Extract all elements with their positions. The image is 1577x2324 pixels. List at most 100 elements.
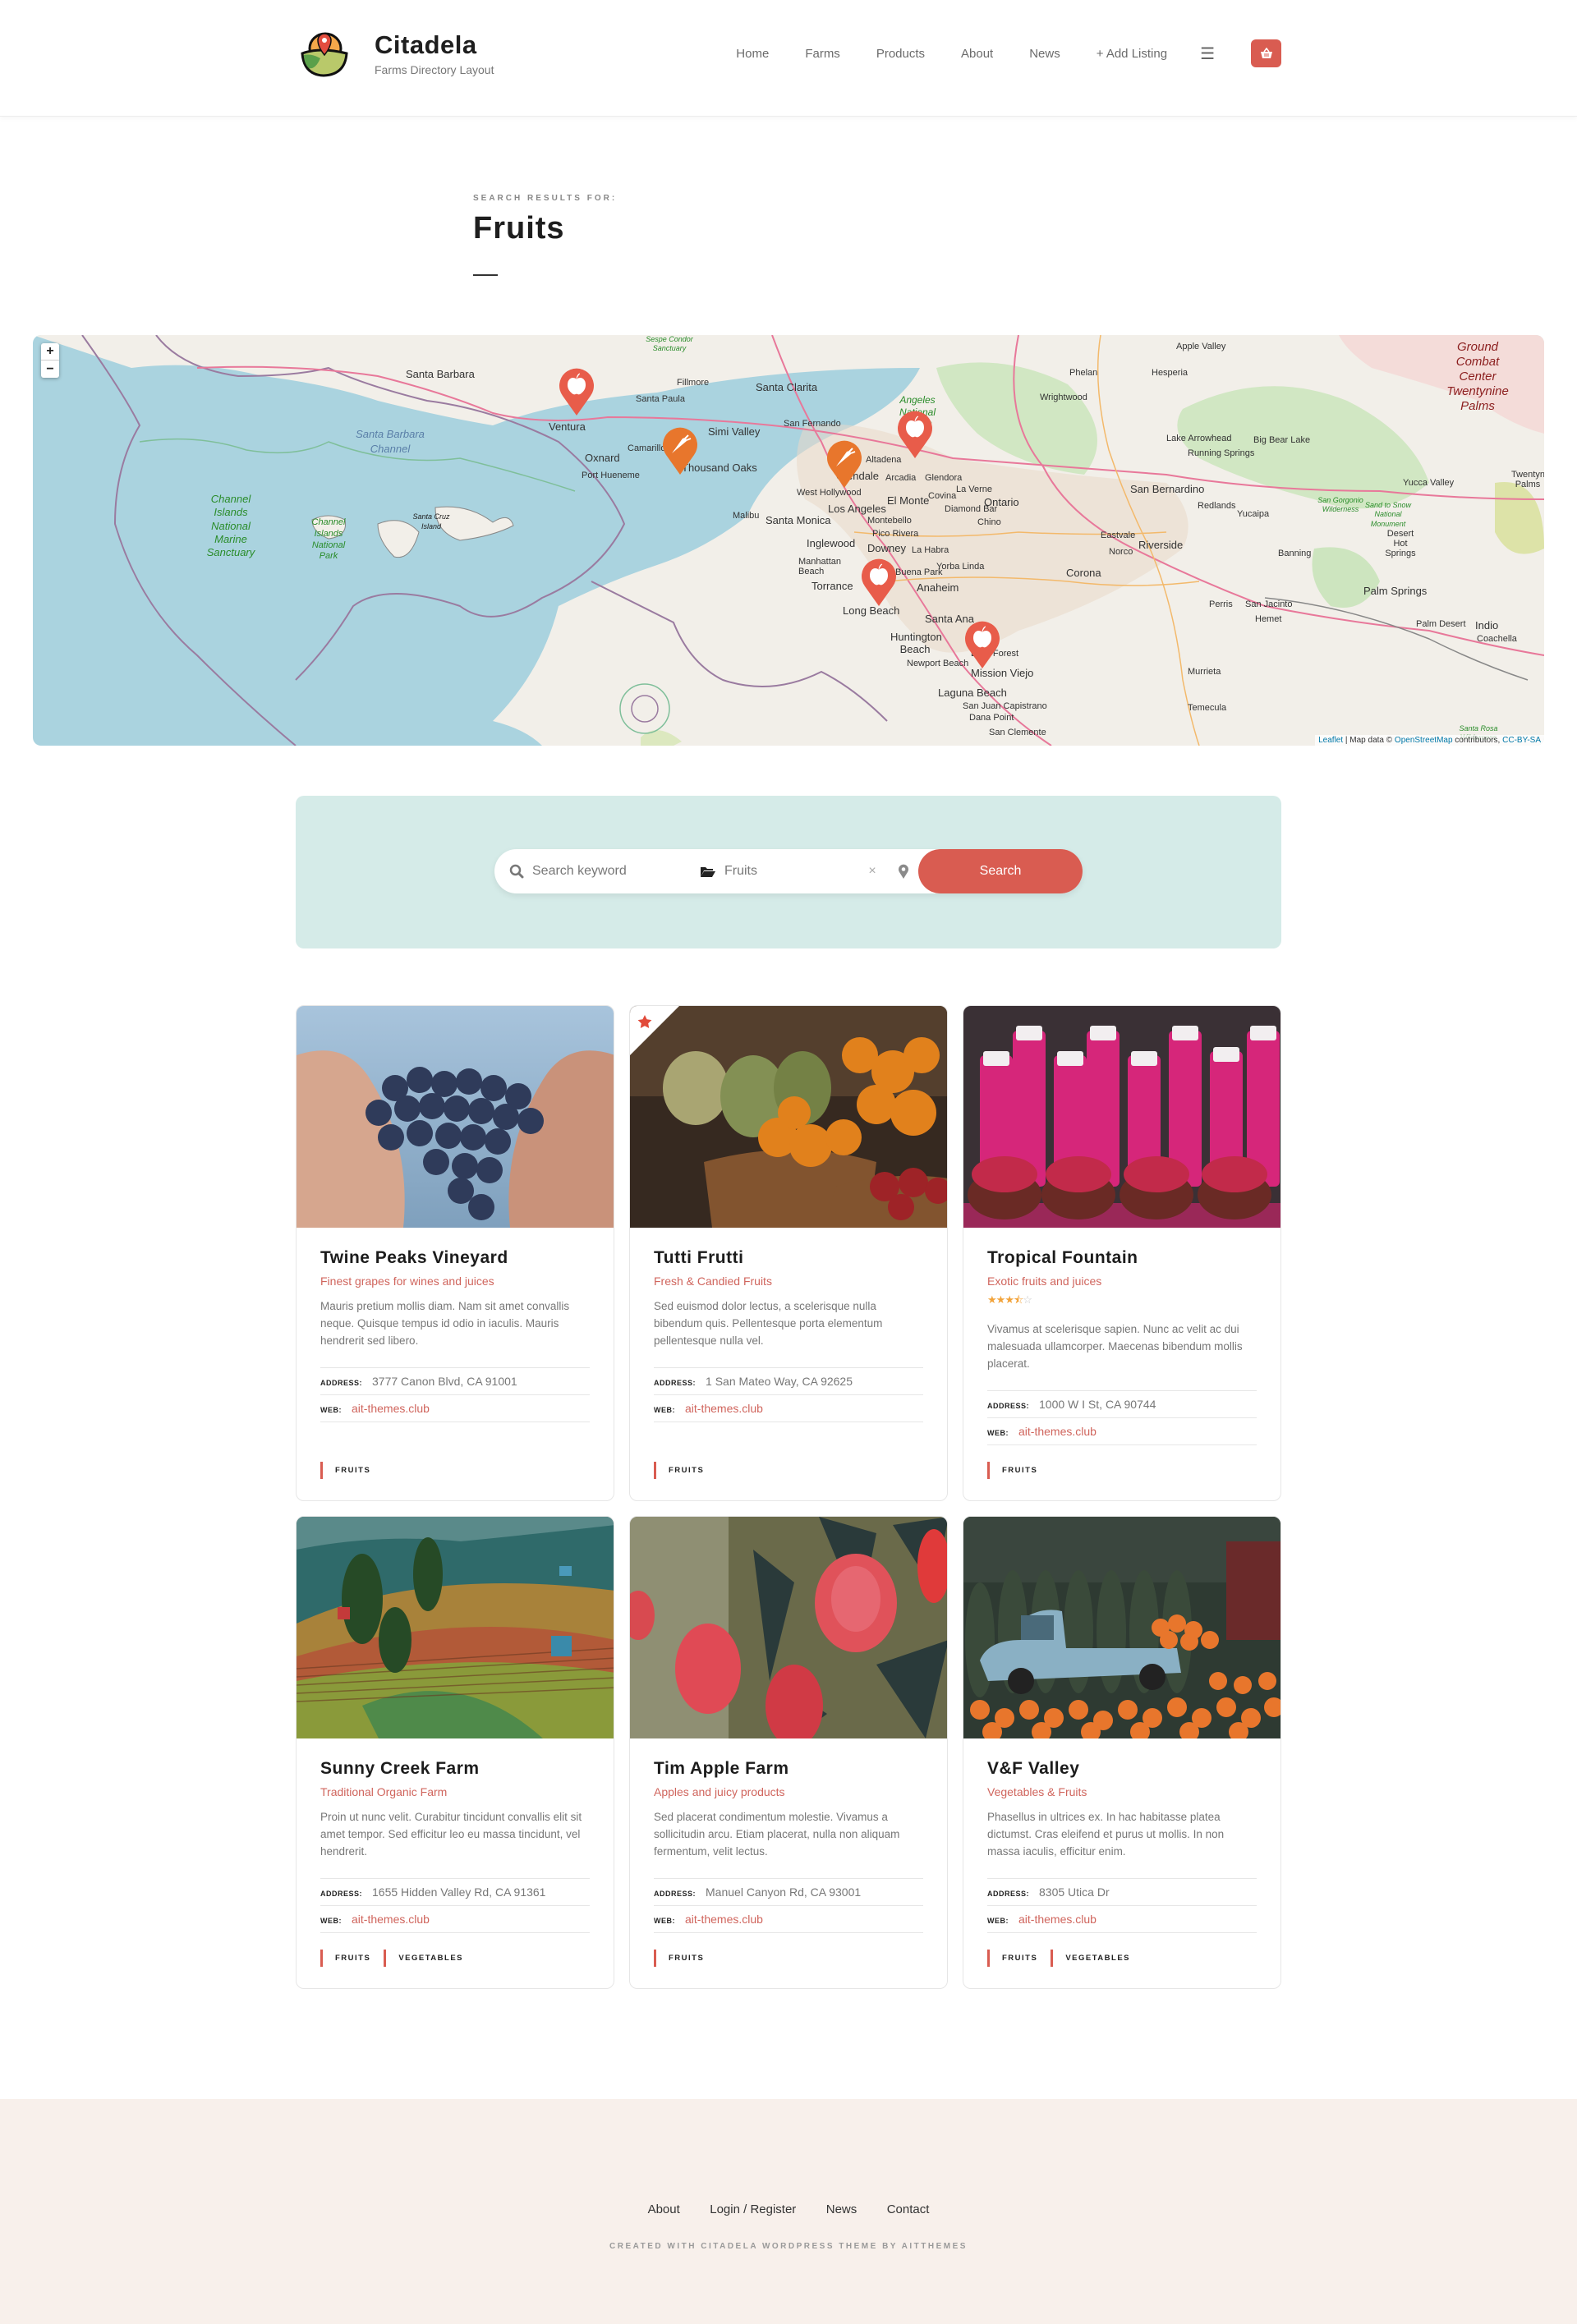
footer-link-about[interactable]: About <box>648 2202 680 2216</box>
search-icon <box>509 864 524 879</box>
nav-farms[interactable]: Farms <box>805 47 840 61</box>
listing-image[interactable] <box>630 1006 947 1228</box>
map-label-el-monte: El Monte <box>887 494 930 507</box>
category-tag[interactable]: FRUITS <box>320 1462 370 1479</box>
web-link[interactable]: ait-themes.club <box>1018 1913 1097 1926</box>
category-tag[interactable]: FRUITS <box>987 1950 1037 1967</box>
footer-link-contact[interactable]: Contact <box>887 2202 930 2216</box>
zoom-in-button[interactable]: + <box>41 343 59 361</box>
listing-image[interactable] <box>297 1006 614 1228</box>
osm-link[interactable]: OpenStreetMap <box>1395 736 1453 745</box>
listing-name[interactable]: Twine Peaks Vineyard <box>320 1248 590 1268</box>
map-label-phelan: Phelan <box>1069 368 1098 378</box>
footer-link-news[interactable]: News <box>826 2202 857 2216</box>
web-link[interactable]: ait-themes.club <box>352 1913 430 1926</box>
map-label-torrance: Torrance <box>811 580 853 592</box>
map-label-west-hollywood: West Hollywood <box>797 488 862 498</box>
page-heading: SEARCH RESULTS FOR: Fruits <box>473 194 617 276</box>
map-label-riverside: Riverside <box>1138 539 1184 551</box>
web-link[interactable]: ait-themes.club <box>685 1402 763 1415</box>
listing-image[interactable] <box>963 1517 1280 1738</box>
map-label-port-hueneme: Port Hueneme <box>582 471 640 480</box>
map-label-fillmore: Fillmore <box>677 378 710 388</box>
listing-card[interactable]: Sunny Creek Farm Traditional Organic Far… <box>296 1516 614 1989</box>
web-link[interactable]: ait-themes.club <box>352 1402 430 1415</box>
listing-name[interactable]: Tim Apple Farm <box>654 1759 923 1779</box>
map-label-yucaipa: Yucaipa <box>1237 509 1270 519</box>
map-marker-carrot[interactable] <box>824 437 865 488</box>
listing-description: Sed euismod dolor lectus, a scelerisque … <box>654 1300 883 1347</box>
zoom-out-button[interactable]: − <box>41 361 59 378</box>
address-value: Manuel Canyon Rd, CA 93001 <box>706 1885 862 1899</box>
search-bar: Search keyword Fruits × Search <box>494 849 1083 893</box>
address-row: ADDRESS: 1000 W I St, CA 90744 <box>987 1390 1257 1417</box>
keyword-field[interactable]: Search keyword <box>494 864 700 879</box>
category-tag[interactable]: FRUITS <box>987 1462 1037 1479</box>
map-label-palm-springs: Palm Springs <box>1363 585 1428 597</box>
site-title: Citadela <box>375 30 477 59</box>
map-label-big-bear: Big Bear Lake <box>1253 435 1311 445</box>
listing-tagline: Fresh & Candied Fruits <box>654 1275 772 1288</box>
map-marker-apple[interactable] <box>556 365 597 416</box>
listing-image[interactable] <box>963 1006 1280 1228</box>
category-select[interactable]: Fruits <box>700 864 856 879</box>
web-label: WEB: <box>320 1406 342 1414</box>
pomegranate-juice-image <box>963 1006 1280 1228</box>
map-label-perris: Perris <box>1209 599 1233 609</box>
map-label-chino: Chino <box>977 517 1001 527</box>
site-footer: About Login / Register News Contact CREA… <box>0 2099 1577 2324</box>
map-marker-apple[interactable] <box>858 555 899 606</box>
leaflet-link[interactable]: Leaflet <box>1318 736 1343 745</box>
star-icon: ★ <box>1005 1293 1014 1306</box>
listing-card[interactable]: Tropical Fountain Exotic fruits and juic… <box>963 1005 1281 1501</box>
category-tag[interactable]: VEGETABLES <box>1051 1950 1130 1967</box>
nav-add-listing[interactable]: + Add Listing <box>1097 47 1167 61</box>
map-marker-carrot[interactable] <box>660 424 701 475</box>
site-logo[interactable]: Citadela Farms Directory Layout <box>296 29 494 78</box>
map-label-corona: Corona <box>1066 567 1101 579</box>
cart-button[interactable] <box>1251 39 1281 67</box>
category-tag[interactable]: FRUITS <box>654 1950 704 1967</box>
nav-news[interactable]: News <box>1029 47 1060 61</box>
map-label-sb-channel: Santa Barbara Channel <box>356 428 425 455</box>
listing-tagline: Exotic fruits and juices <box>987 1275 1102 1288</box>
map-label-long-beach: Long Beach <box>843 604 900 617</box>
category-tag[interactable]: FRUITS <box>320 1950 370 1967</box>
listing-name[interactable]: Sunny Creek Farm <box>320 1759 590 1779</box>
listing-name[interactable]: Tutti Frutti <box>654 1248 923 1268</box>
search-button[interactable]: Search <box>918 849 1083 893</box>
listings-map[interactable]: Santa Barbara Santa Barbara Channel Chan… <box>33 335 1544 746</box>
category-tag[interactable]: VEGETABLES <box>384 1950 463 1967</box>
nav-products[interactable]: Products <box>876 47 925 61</box>
listing-card[interactable]: Tim Apple Farm Apples and juicy products… <box>629 1516 948 1989</box>
map-marker-apple[interactable] <box>894 407 936 458</box>
address-label: ADDRESS: <box>654 1890 697 1898</box>
location-button[interactable] <box>889 864 918 879</box>
listing-image[interactable] <box>630 1517 947 1738</box>
footer-link-login[interactable]: Login / Register <box>710 2202 796 2216</box>
map-label-yorba-linda: Yorba Linda <box>936 562 985 572</box>
listing-image[interactable] <box>297 1517 614 1738</box>
category-tag[interactable]: FRUITS <box>654 1462 704 1479</box>
category-tags: FRUITS <box>654 1933 923 1988</box>
listing-card[interactable]: V&F Valley Vegetables & Fruits Phasellus… <box>963 1516 1281 1989</box>
web-link[interactable]: ait-themes.club <box>685 1913 763 1926</box>
listing-name[interactable]: V&F Valley <box>987 1759 1257 1779</box>
nav-about[interactable]: About <box>961 47 993 61</box>
map-label-san-gorgonio: San Gorgonio Wilderness <box>1317 496 1363 514</box>
listing-card[interactable]: Twine Peaks Vineyard Finest grapes for w… <box>296 1005 614 1501</box>
web-row: WEB: ait-themes.club <box>320 1905 590 1933</box>
license-link[interactable]: CC-BY-SA <box>1502 736 1541 745</box>
map-label-santa-cruz: Santa Cruz Island <box>412 512 450 530</box>
hamburger-icon[interactable]: ☰ <box>1200 44 1215 64</box>
footer-credit: CREATED WITH CITADELA WORDPRESS THEME BY… <box>609 2242 968 2251</box>
map-marker-apple[interactable] <box>962 618 1003 668</box>
clear-category-button[interactable]: × <box>856 864 889 879</box>
nav-home[interactable]: Home <box>736 47 769 61</box>
listing-card[interactable]: Tutti Frutti Fresh & Candied Fruits Sed … <box>629 1005 948 1501</box>
listing-name[interactable]: Tropical Fountain <box>987 1248 1257 1268</box>
map-label-san-bernardino: San Bernardino <box>1130 483 1205 495</box>
map-label-running-springs: Running Springs <box>1188 448 1255 458</box>
listing-tagline: Traditional Organic Farm <box>320 1785 448 1798</box>
web-link[interactable]: ait-themes.club <box>1018 1425 1097 1438</box>
